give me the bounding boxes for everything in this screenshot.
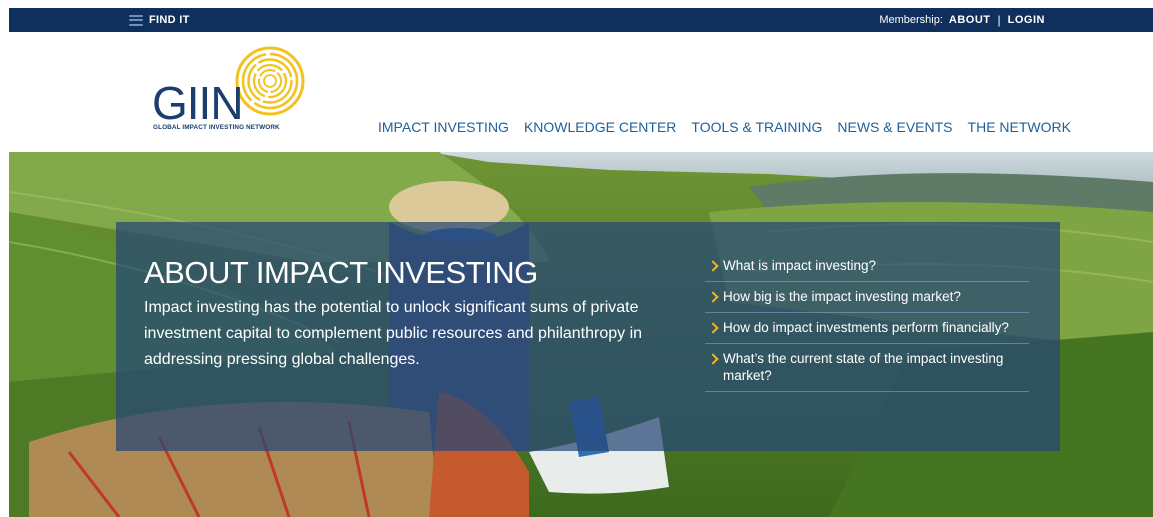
- membership-label: Membership:: [879, 14, 943, 26]
- nav-the-network[interactable]: THE NETWORK: [968, 119, 1071, 135]
- nav-knowledge-center[interactable]: KNOWLEDGE CENTER: [524, 119, 676, 135]
- hero-overlay-panel: ABOUT IMPACT INVESTING Impact investing …: [116, 222, 1060, 451]
- membership-separator: |: [997, 13, 1001, 27]
- hero-description: Impact investing has the potential to un…: [144, 299, 643, 368]
- hero-title: ABOUT IMPACT INVESTING: [144, 255, 538, 290]
- nav-news-events[interactable]: NEWS & EVENTS: [837, 119, 952, 135]
- logo-wordmark: GIIN: [152, 77, 243, 129]
- link-current-state[interactable]: What’s the current state of the impact i…: [705, 344, 1029, 392]
- link-market-size[interactable]: How big is the impact investing market?: [705, 282, 1029, 313]
- membership-links: Membership: ABOUT | LOGIN: [879, 8, 1045, 32]
- find-it-button[interactable]: FIND IT: [129, 8, 190, 32]
- nav-impact-investing[interactable]: IMPACT INVESTING: [378, 119, 509, 135]
- sun-swirl-icon: [235, 46, 305, 116]
- top-bar: FIND IT Membership: ABOUT | LOGIN: [9, 8, 1153, 32]
- main-nav: IMPACT INVESTING KNOWLEDGE CENTER TOOLS …: [378, 119, 1071, 135]
- link-financial-performance[interactable]: How do impact investments perform financ…: [705, 313, 1029, 344]
- nav-tools-training[interactable]: TOOLS & TRAINING: [691, 119, 822, 135]
- hamburger-menu-icon: [129, 14, 143, 26]
- link-what-is-impact-investing[interactable]: What is impact investing?: [705, 257, 1029, 282]
- hero-banner: ABOUT IMPACT INVESTING Impact investing …: [9, 152, 1153, 517]
- login-link[interactable]: LOGIN: [1008, 14, 1045, 26]
- hero-question-links: What is impact investing? How big is the…: [705, 257, 1029, 392]
- about-link[interactable]: ABOUT: [949, 14, 991, 26]
- find-it-label: FIND IT: [149, 14, 190, 26]
- logo-tagline: GLOBAL IMPACT INVESTING NETWORK: [153, 124, 280, 131]
